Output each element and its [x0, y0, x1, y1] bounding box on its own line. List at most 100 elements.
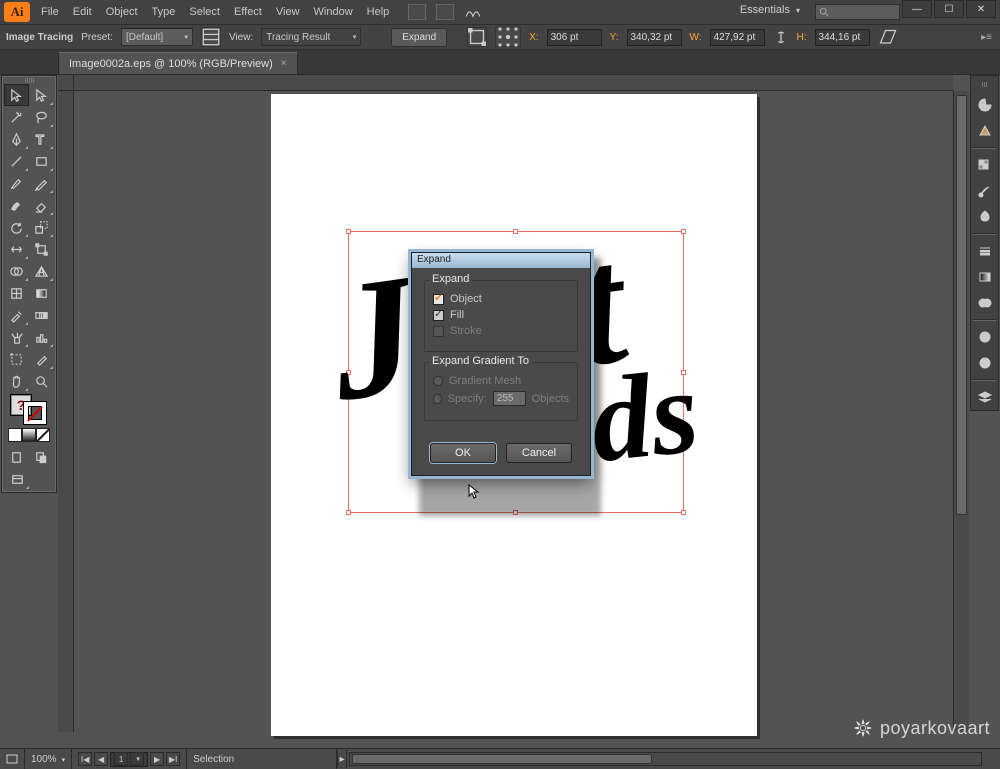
window-minimize[interactable]: — [902, 0, 932, 18]
rotate-tool[interactable] [4, 216, 29, 238]
document-tab[interactable]: Image0002a.eps @ 100% (RGB/Preview) × [58, 52, 298, 74]
paintbrush-tool[interactable] [4, 172, 29, 194]
w-field[interactable]: 427,92 pt [710, 29, 765, 46]
color-mode-gradient-icon[interactable] [22, 428, 36, 442]
ruler-corner[interactable] [58, 75, 74, 91]
shape-builder-tool[interactable] [4, 260, 29, 282]
column-graph-tool[interactable] [29, 326, 54, 348]
sel-handle-tr[interactable] [681, 229, 686, 234]
rail-grip[interactable] [971, 82, 998, 88]
status-icon-cell[interactable] [0, 749, 25, 769]
artboard-next-icon[interactable]: ▶ [150, 752, 164, 766]
symbols-panel-icon[interactable] [972, 204, 997, 229]
gradient-panel-icon[interactable] [972, 264, 997, 289]
slice-tool[interactable] [29, 348, 54, 370]
blend-tool[interactable] [29, 304, 54, 326]
horizontal-ruler[interactable] [74, 75, 953, 91]
artboard-last-icon[interactable]: ▶Ⅰ [166, 752, 180, 766]
hand-tool[interactable] [4, 370, 29, 392]
artboard-number-field[interactable]: 1 [110, 752, 148, 767]
pen-tool[interactable] [4, 128, 29, 150]
controlbar-flyout-icon[interactable]: ▸≡ [981, 32, 992, 43]
menu-edit[interactable]: Edit [66, 1, 99, 23]
blob-brush-tool[interactable] [4, 194, 29, 216]
tracing-panel-icon[interactable] [201, 27, 221, 47]
sel-handle-tl[interactable] [346, 229, 351, 234]
dialog-title[interactable]: Expand [412, 253, 590, 268]
color-mode-solid-icon[interactable] [8, 428, 22, 442]
rectangle-tool[interactable] [29, 150, 54, 172]
ok-button[interactable]: OK [430, 443, 496, 463]
checkbox-row-fill[interactable]: ✓ Fill [433, 309, 569, 321]
draw-behind-icon[interactable] [29, 446, 54, 468]
artboard-tool[interactable] [4, 348, 29, 370]
type-tool[interactable]: T [29, 128, 54, 150]
pencil-tool[interactable] [29, 172, 54, 194]
y-field[interactable]: 340,32 pt [627, 29, 682, 46]
bridge-icon[interactable] [464, 4, 482, 20]
stroke-panel-icon[interactable] [972, 238, 997, 263]
layout-toggle-2-icon[interactable] [436, 4, 454, 20]
sel-handle-br[interactable] [681, 510, 686, 515]
preset-dropdown[interactable]: [Default] [121, 28, 193, 46]
vertical-scrollbar[interactable] [953, 91, 969, 732]
layout-toggle-1-icon[interactable] [408, 4, 426, 20]
menu-object[interactable]: Object [99, 1, 145, 23]
checkbox-row-object[interactable]: ✔ Object [433, 293, 569, 305]
hscroll-thumb[interactable] [352, 754, 652, 764]
draw-normal-icon[interactable] [4, 446, 29, 468]
gradient-tool[interactable] [29, 282, 54, 304]
eyedropper-tool[interactable] [4, 304, 29, 326]
width-tool[interactable] [4, 238, 29, 260]
color-panel-icon[interactable] [972, 92, 997, 117]
workspace-switcher[interactable]: Essentials [740, 4, 800, 16]
status-tool[interactable]: Selection [187, 749, 337, 769]
transparency-panel-icon[interactable] [972, 290, 997, 315]
checkbox-object[interactable]: ✔ [433, 294, 444, 305]
x-field[interactable]: 306 pt [547, 29, 602, 46]
checkbox-fill[interactable]: ✓ [433, 310, 444, 321]
sel-handle-bl[interactable] [346, 510, 351, 515]
tab-close-icon[interactable]: × [281, 58, 287, 69]
link-wh-icon[interactable] [773, 27, 789, 47]
zoom-tool[interactable] [29, 370, 54, 392]
layers-panel-icon[interactable] [972, 384, 997, 409]
color-guide-panel-icon[interactable] [972, 118, 997, 143]
menu-view[interactable]: View [269, 1, 307, 23]
eraser-tool[interactable] [29, 194, 54, 216]
search-input[interactable] [815, 4, 900, 20]
stroke-swatch-icon[interactable] [24, 402, 46, 424]
swatches-panel-icon[interactable] [972, 152, 997, 177]
expand-button[interactable]: Expand [391, 28, 447, 47]
line-tool[interactable] [4, 150, 29, 172]
free-transform-tool[interactable] [29, 238, 54, 260]
menu-type[interactable]: Type [145, 1, 183, 23]
fill-stroke-swatch[interactable]: ? [4, 392, 54, 426]
zoom-level[interactable]: 100% [25, 749, 72, 769]
reference-point-icon[interactable] [495, 27, 521, 47]
lasso-tool[interactable] [29, 106, 54, 128]
window-close[interactable]: ✕ [966, 0, 996, 18]
horizontal-scrollbar[interactable] [349, 752, 982, 766]
h-field[interactable]: 344,16 pt [815, 29, 870, 46]
mesh-tool[interactable] [4, 282, 29, 304]
perspective-grid-tool[interactable] [29, 260, 54, 282]
shear-icon[interactable] [878, 27, 898, 47]
vscroll-thumb[interactable] [956, 95, 967, 515]
graphic-styles-panel-icon[interactable] [972, 350, 997, 375]
magic-wand-tool[interactable] [4, 106, 29, 128]
appearance-panel-icon[interactable] [972, 324, 997, 349]
direct-selection-tool[interactable] [29, 84, 54, 106]
transform-icon[interactable] [467, 27, 487, 47]
brushes-panel-icon[interactable] [972, 178, 997, 203]
vertical-ruler[interactable] [58, 91, 74, 732]
menu-help[interactable]: Help [360, 1, 397, 23]
view-dropdown[interactable]: Tracing Result [261, 28, 361, 46]
menu-file[interactable]: File [34, 1, 66, 23]
selection-tool[interactable] [4, 84, 29, 106]
artboard-prev-icon[interactable]: ◀ [94, 752, 108, 766]
status-split-icon[interactable]: ▸ [337, 750, 347, 768]
scale-tool[interactable] [29, 216, 54, 238]
symbol-sprayer-tool[interactable] [4, 326, 29, 348]
menu-select[interactable]: Select [182, 1, 227, 23]
